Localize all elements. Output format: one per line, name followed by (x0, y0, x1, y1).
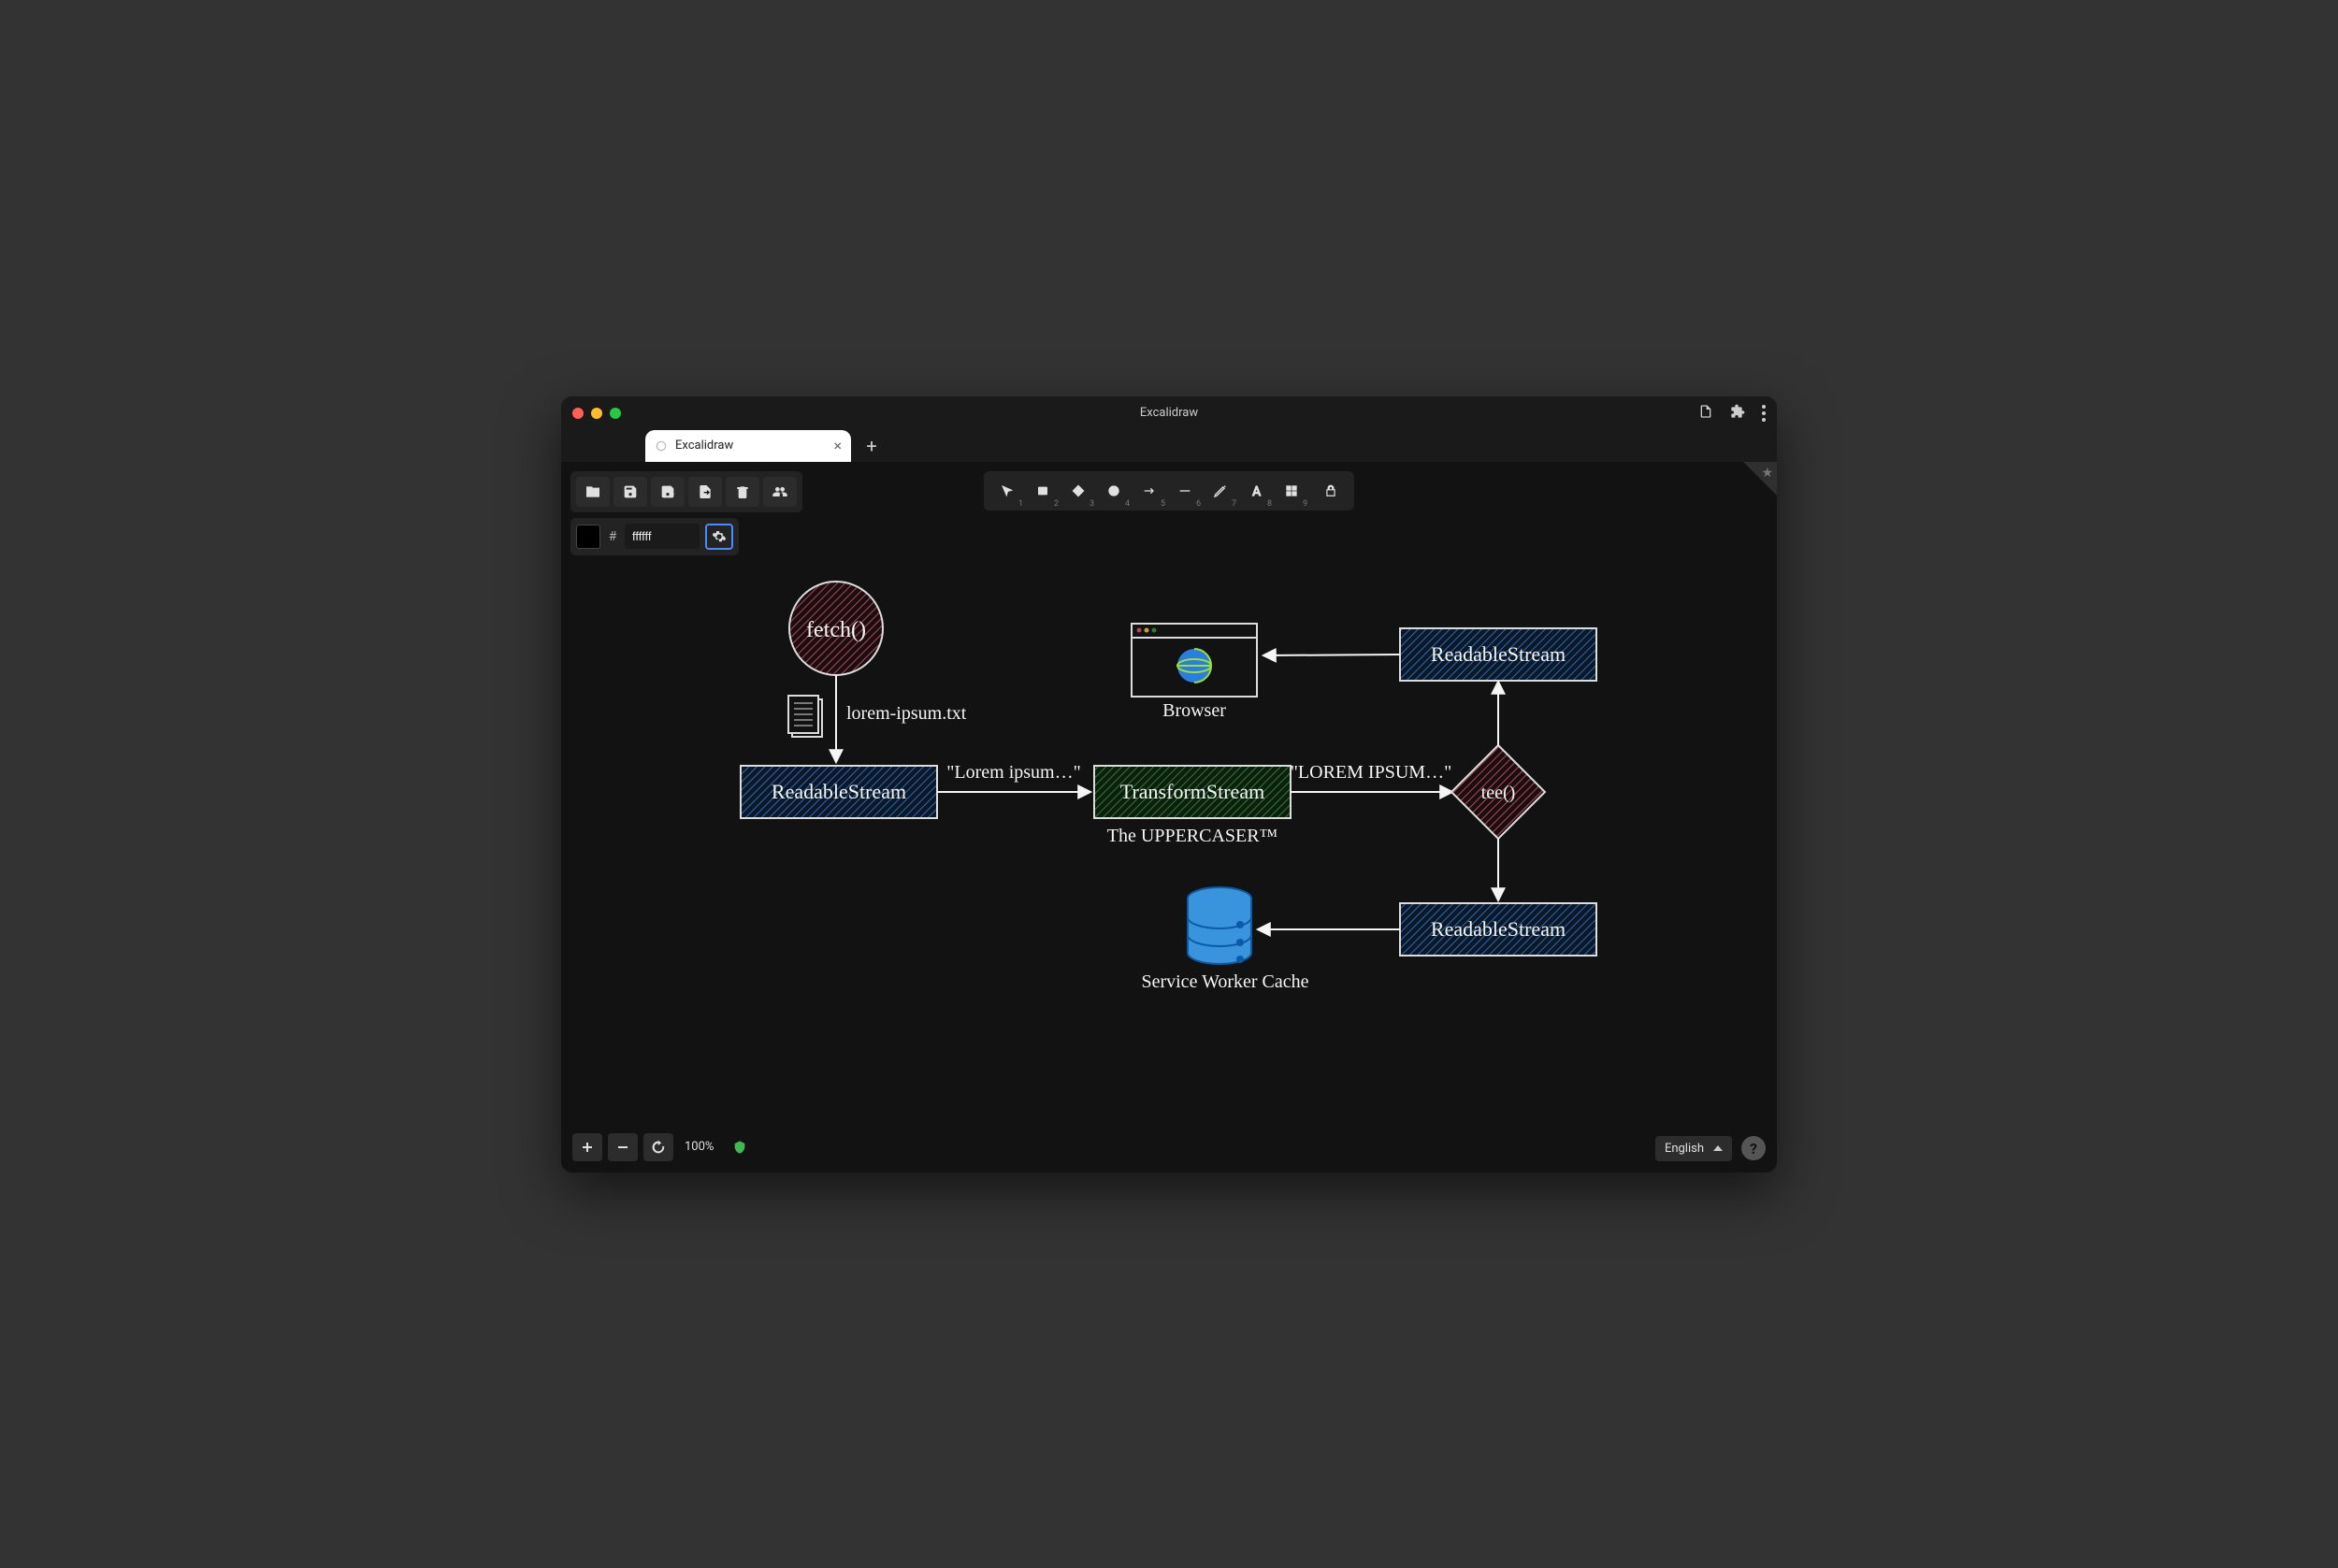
maximize-window-button[interactable] (610, 408, 621, 419)
transform-stream-label: TransformStream (1120, 780, 1264, 803)
lorem-lower-label: "Lorem ipsum…" (946, 762, 1081, 783)
minimize-window-button[interactable] (591, 408, 602, 419)
cache-label: Service Worker Cache (1141, 971, 1308, 992)
browser-label: Browser (1162, 700, 1226, 721)
readable-stream-3-label: ReadableStream (1431, 917, 1566, 941)
cache-icon (1188, 887, 1251, 964)
tab-close-icon[interactable]: × (833, 437, 842, 454)
tab-favicon-icon (655, 439, 668, 453)
fetch-label: fetch() (806, 618, 866, 642)
file-label: lorem-ipsum.txt (846, 703, 967, 724)
file-icon (788, 696, 822, 737)
more-menu-icon[interactable] (1762, 405, 1766, 422)
lorem-upper-label: "LOREM IPSUM…" (1291, 762, 1451, 783)
readable-stream-1-label: ReadableStream (772, 780, 906, 803)
titlebar: Excalidraw (561, 396, 1777, 430)
tee-label: tee() (1481, 783, 1516, 803)
new-tab-button[interactable]: + (859, 433, 885, 459)
window-title: Excalidraw (561, 406, 1777, 420)
close-window-button[interactable] (572, 408, 584, 419)
readable-stream-2-label: ReadableStream (1431, 642, 1566, 666)
app-canvas-area: ★ # 1 2 3 4 5 6 7 (561, 462, 1777, 1172)
app-window: Excalidraw Excalidraw × + ★ (561, 396, 1777, 1172)
file-icon[interactable] (1698, 404, 1713, 423)
tab-label: Excalidraw (675, 439, 733, 453)
uppercaser-label: The UPPERCASER™ (1107, 826, 1277, 846)
browser-icon (1132, 624, 1257, 697)
tab-strip: Excalidraw × + (561, 430, 1777, 462)
drawing-canvas[interactable]: fetch() lorem-ipsum.txt ReadableStream (561, 462, 1777, 1172)
browser-tab[interactable]: Excalidraw × (645, 430, 851, 462)
window-controls (572, 408, 621, 419)
extensions-icon[interactable] (1730, 404, 1745, 423)
